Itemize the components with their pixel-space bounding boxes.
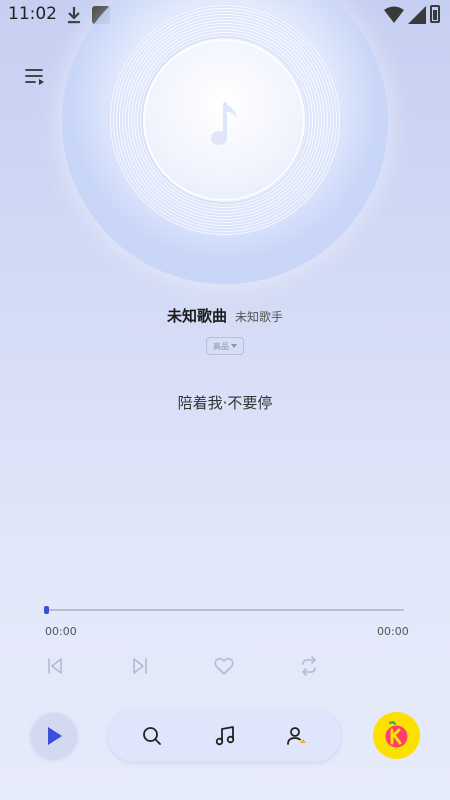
play-icon <box>48 727 62 745</box>
time-total: 00:00 <box>377 625 409 638</box>
heart-icon[interactable] <box>213 655 235 677</box>
search-icon[interactable] <box>140 724 164 748</box>
music-note-placeholder-icon <box>211 102 237 145</box>
skip-next-icon[interactable] <box>129 655 151 677</box>
progress-track[interactable] <box>46 609 404 611</box>
playlist-queue-icon[interactable] <box>22 64 48 90</box>
signal-icon <box>408 6 426 24</box>
time-current: 00:00 <box>45 625 77 638</box>
play-button[interactable] <box>31 713 77 759</box>
wifi-icon <box>384 6 404 23</box>
song-artist: 未知歌手 <box>235 310 284 324</box>
k-logo-icon <box>385 721 408 748</box>
quality-selector[interactable]: 高品 <box>206 337 244 355</box>
battery-icon <box>430 5 440 23</box>
chevron-down-icon <box>231 344 237 348</box>
k-song-button[interactable] <box>373 712 420 759</box>
song-title: 未知歌曲 <box>166 307 227 325</box>
song-info: 未知歌曲 未知歌手 <box>0 305 450 326</box>
lyric-line: 陪着我·不要停 <box>177 394 273 412</box>
repeat-icon[interactable] <box>298 655 320 677</box>
progress-thumb[interactable] <box>44 606 49 614</box>
download-icon <box>68 7 80 24</box>
skip-previous-icon[interactable] <box>44 655 66 677</box>
music-note-icon[interactable] <box>213 724 237 748</box>
user-icon[interactable] <box>285 724 309 748</box>
status-time: 11:02 <box>8 4 57 24</box>
quality-label: 高品 <box>213 341 229 351</box>
